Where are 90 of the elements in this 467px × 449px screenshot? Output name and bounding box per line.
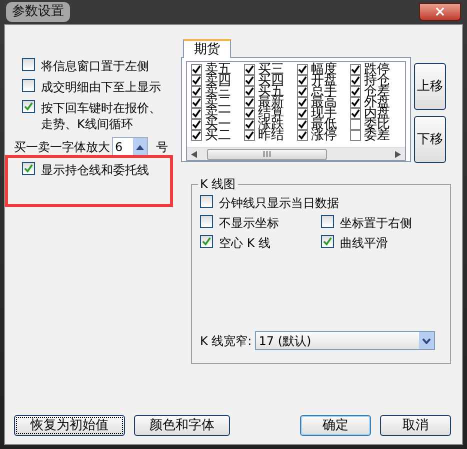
checkbox[interactable] — [191, 75, 202, 86]
checkbox[interactable] — [244, 108, 255, 119]
unit-label: 号 — [156, 139, 168, 156]
checkbox[interactable] — [244, 86, 255, 97]
checkbox[interactable] — [297, 97, 308, 108]
checkbox[interactable] — [321, 215, 334, 228]
field-label: 卖二 — [205, 97, 231, 108]
checkbox[interactable] — [350, 97, 361, 108]
option-label: 曲线平滑 — [340, 235, 388, 251]
checkbox[interactable] — [22, 162, 35, 175]
horizontal-scrollbar[interactable] — [187, 147, 405, 160]
option-label: 按下回车键时在报价、走势、K线间循环 — [41, 100, 162, 132]
field-label: 最新 — [258, 97, 284, 108]
checkbox[interactable] — [191, 130, 202, 141]
checkbox[interactable] — [22, 100, 35, 113]
checkbox[interactable] — [350, 86, 361, 97]
field-label: 仓差 — [364, 86, 390, 97]
font-size-spinner[interactable]: 6 — [112, 137, 148, 157]
option-label: 成交明细由下至上显示 — [41, 79, 162, 95]
field-label: 最低 — [311, 119, 337, 130]
field-label: 结算 — [258, 108, 284, 119]
checkbox[interactable] — [22, 58, 35, 71]
scroll-right-icon[interactable] — [395, 150, 401, 158]
checkbox[interactable] — [200, 215, 213, 228]
checkbox[interactable] — [297, 75, 308, 86]
field-label: 买二 — [205, 130, 231, 141]
scroll-thumb[interactable] — [207, 148, 327, 160]
checkbox[interactable] — [191, 64, 202, 75]
group-title: K 线图 — [198, 176, 238, 192]
checkbox[interactable] — [297, 130, 308, 141]
option-label: 分钟线只显示当日数据 — [219, 195, 339, 211]
checkbox[interactable] — [244, 75, 255, 86]
window-title: 参数设置 — [6, 2, 70, 22]
field-label: 跌停 — [364, 64, 390, 75]
field-label: 买三 — [258, 64, 284, 75]
checkbox[interactable] — [350, 130, 361, 141]
checkbox[interactable] — [191, 86, 202, 97]
checkbox[interactable] — [297, 64, 308, 75]
field-label: 委差 — [364, 130, 390, 141]
checkbox[interactable] — [350, 64, 361, 75]
checkbox[interactable] — [244, 119, 255, 130]
checkbox[interactable] — [191, 108, 202, 119]
field-label: 昨结 — [258, 130, 284, 141]
field-label: 卖一 — [205, 108, 231, 119]
checkbox[interactable] — [244, 64, 255, 75]
field-label: 委比 — [364, 119, 390, 130]
width-dropdown[interactable]: 17 (默认) — [254, 331, 435, 350]
field-label: 内盘 — [364, 108, 390, 119]
dialog-button[interactable]: 颜色和字体 — [134, 415, 230, 436]
move-button[interactable]: 上移 — [414, 63, 446, 110]
field-label: 外盘 — [364, 97, 390, 108]
checkbox[interactable] — [350, 108, 361, 119]
option-label: 显示持仓线和委托线 — [41, 162, 150, 178]
field-label: 卖三 — [205, 86, 231, 97]
option-label: 坐标置于右侧 — [340, 215, 412, 231]
checkbox[interactable] — [297, 86, 308, 97]
checkbox[interactable] — [22, 79, 35, 92]
field-label: 卖五 — [205, 64, 231, 75]
width-label: K 线宽窄: — [200, 332, 252, 350]
spin-label: 买一卖一字体放大 — [14, 139, 110, 156]
option-label: 将信息窗口置于左侧 — [41, 58, 150, 74]
field-label: 买一 — [205, 119, 231, 130]
checkbox[interactable] — [200, 195, 213, 208]
field-label: 幅度 — [311, 64, 337, 75]
grip-icon — [263, 151, 271, 157]
checkbox[interactable] — [191, 119, 202, 130]
field-label: 涨跌 — [258, 119, 284, 130]
checkbox[interactable] — [297, 108, 308, 119]
field-label: 卖四 — [205, 75, 231, 86]
checkbox[interactable] — [200, 235, 213, 248]
field-label: 买四 — [258, 75, 284, 86]
checkbox[interactable] — [244, 97, 255, 108]
checkbox[interactable] — [350, 119, 361, 130]
field-label: 买五 — [258, 86, 284, 97]
scroll-left-icon[interactable] — [191, 150, 197, 158]
tab[interactable]: 期货 — [183, 39, 231, 58]
field-label: 持仓 — [364, 75, 390, 86]
dialog-button[interactable]: 确定 — [300, 415, 371, 436]
checkbox[interactable] — [191, 97, 202, 108]
move-button[interactable]: 下移 — [414, 116, 446, 163]
option-label: 不显示坐标 — [219, 215, 279, 231]
field-label: 涨停 — [311, 130, 337, 141]
checkbox[interactable] — [350, 75, 361, 86]
field-label: 现手 — [311, 108, 337, 119]
dialog-button[interactable]: 取消 — [380, 415, 451, 436]
checkbox[interactable] — [244, 130, 255, 141]
checkbox[interactable] — [297, 119, 308, 130]
dialog-button[interactable]: 恢复为初始值 — [14, 415, 125, 436]
checkbox[interactable] — [321, 235, 334, 248]
option-label: 空心 K 线 — [219, 235, 270, 251]
